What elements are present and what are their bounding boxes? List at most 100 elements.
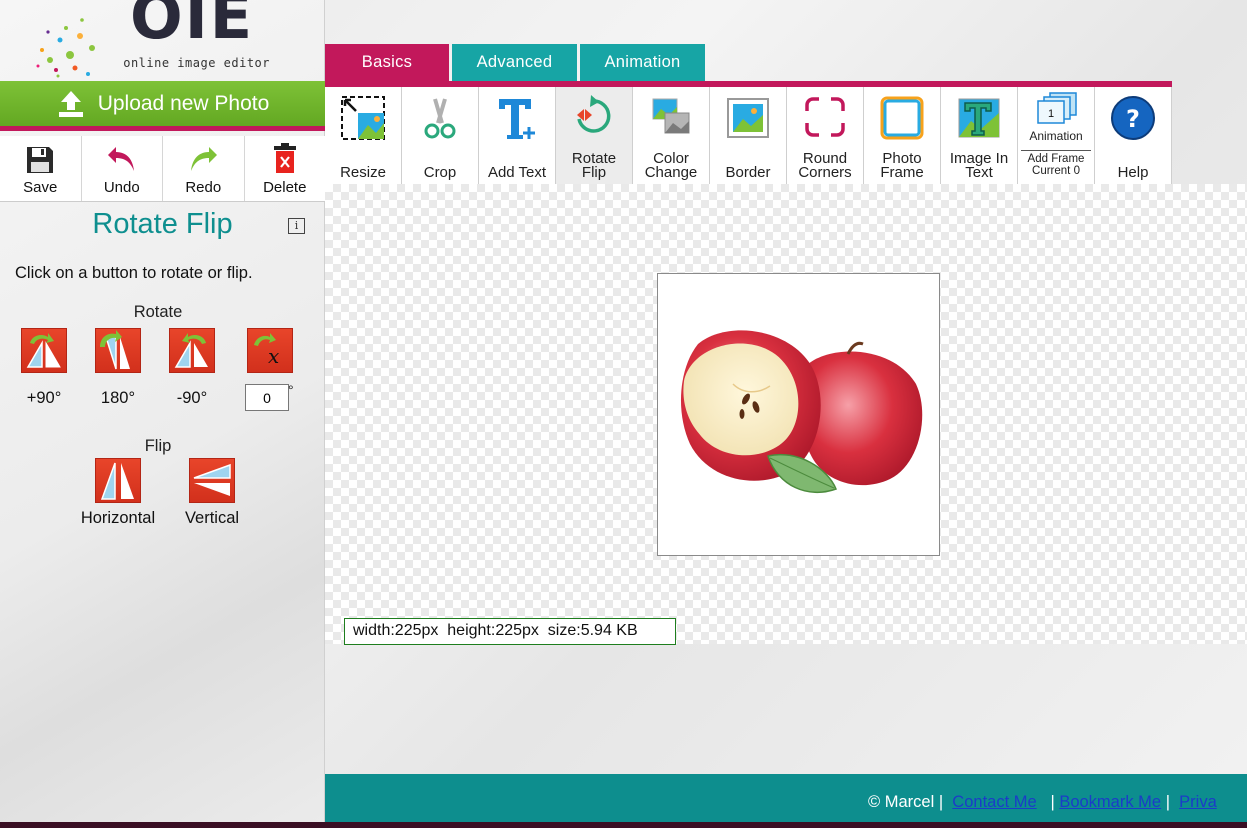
rotate-180-icon xyxy=(100,330,130,370)
upload-new-photo-button[interactable]: Upload new Photo xyxy=(0,81,325,131)
custom-angle-input[interactable] xyxy=(245,384,289,411)
delete-button[interactable]: Delete xyxy=(245,136,326,201)
tool-photo-frame[interactable]: Photo Frame xyxy=(864,87,941,184)
tool-help-label: Help xyxy=(1117,164,1149,181)
footer-links: © Marcel | Contact Me | Bookmark Me | Pr… xyxy=(868,793,1217,812)
tool-add-text[interactable]: Add Text xyxy=(479,87,556,184)
undo-arrow-icon xyxy=(107,147,134,171)
tool-resize-label: Resize xyxy=(340,164,386,181)
rotate-180-label: 180° xyxy=(100,389,136,407)
resize-icon xyxy=(341,96,385,140)
current-frame-label: Current 0 xyxy=(1032,165,1080,177)
tool-animation[interactable]: 1 Animation Add Frame Current 0 xyxy=(1018,87,1095,184)
redo-arrow-icon xyxy=(191,147,218,171)
tool-photo-frame-label-line2: Frame xyxy=(880,164,924,181)
image-preview[interactable] xyxy=(657,273,940,556)
info-icon[interactable]: i xyxy=(288,218,305,234)
tool-toolbar: Resize Crop Add Text Rotate Flip Color C… xyxy=(325,81,1172,184)
degree-symbol: ° xyxy=(288,382,294,398)
logo-tagline: online image editor xyxy=(123,56,270,70)
sidebar: OIE online image editor Upload new Photo… xyxy=(0,0,325,822)
logo-wordmark: OIE xyxy=(130,0,255,53)
rotate-flip-icon xyxy=(577,95,611,133)
tool-border[interactable]: Border xyxy=(710,87,787,184)
add-frame-label[interactable]: Add Frame xyxy=(1028,153,1085,165)
footer-separator: | xyxy=(1165,793,1170,811)
bookmark-me-link[interactable]: Bookmark Me xyxy=(1059,793,1161,811)
tool-border-label: Border xyxy=(725,164,771,181)
upload-icon xyxy=(58,90,83,117)
rotate-heading: Rotate xyxy=(133,303,183,321)
animation-frames-icon: 1 xyxy=(1037,92,1077,124)
rotate-plus-90-icon xyxy=(26,333,61,368)
rotate-custom-button[interactable]: x xyxy=(247,328,293,373)
tool-round-corners-label: Round Corners xyxy=(787,151,863,181)
tool-color-change-label: Color Change xyxy=(633,151,709,181)
round-corners-icon xyxy=(805,97,845,137)
upload-label: Upload new Photo xyxy=(97,91,270,115)
rotate-plus-90-button[interactable] xyxy=(21,328,67,373)
tool-help[interactable]: ? Help xyxy=(1095,87,1172,184)
trash-icon xyxy=(273,143,296,173)
tool-crop-label: Crop xyxy=(423,164,457,181)
add-text-icon xyxy=(499,99,535,139)
rotate-plus-90-label: +90° xyxy=(26,389,62,407)
animation-subtext: Add Frame Current 0 xyxy=(1018,153,1094,177)
copyright-text: © Marcel | xyxy=(868,793,944,811)
save-button[interactable]: Save xyxy=(0,136,82,201)
action-bar: Save Undo Redo Delete xyxy=(0,136,325,202)
flip-vertical-button[interactable] xyxy=(189,458,235,503)
footer-separator: | xyxy=(1050,793,1055,811)
tab-advanced[interactable]: Advanced xyxy=(452,44,577,81)
rotate-minus-90-button[interactable] xyxy=(169,328,215,373)
tab-basics[interactable]: Basics xyxy=(325,44,449,81)
flip-horizontal-icon xyxy=(100,462,134,500)
photo-frame-icon xyxy=(880,96,924,140)
animation-separator xyxy=(1021,150,1091,151)
category-tabs: Basics Advanced Animation xyxy=(325,44,708,81)
tool-image-in-text[interactable]: Image In Text xyxy=(941,87,1018,184)
rotate-minus-90-icon xyxy=(174,333,208,368)
tool-color-change[interactable]: Color Change xyxy=(633,87,710,184)
flip-heading: Flip xyxy=(144,437,172,455)
floppy-disk-icon xyxy=(27,147,54,173)
editor-canvas[interactable]: width:225px height:225px size:5.94 KB xyxy=(325,184,1247,645)
tab-animation[interactable]: Animation xyxy=(580,44,705,81)
svg-text:x: x xyxy=(268,344,279,368)
redo-button[interactable]: Redo xyxy=(163,136,245,201)
panel-title: Rotate Flip xyxy=(92,208,233,240)
contact-me-link[interactable]: Contact Me xyxy=(952,793,1036,811)
undo-button[interactable]: Undo xyxy=(82,136,163,201)
flip-vertical-icon xyxy=(193,463,231,496)
animation-frame-number: 1 xyxy=(1048,108,1054,120)
bottom-strip xyxy=(0,822,1247,828)
tool-crop[interactable]: Crop xyxy=(402,87,479,184)
scissors-icon xyxy=(424,98,456,139)
tool-photo-frame-label: Photo Frame xyxy=(864,151,940,181)
delete-label: Delete xyxy=(263,179,307,196)
flip-horizontal-button[interactable] xyxy=(95,458,141,503)
footer: © Marcel | Contact Me | Bookmark Me | Pr… xyxy=(325,774,1247,822)
tool-rotate-flip[interactable]: Rotate Flip xyxy=(556,87,633,184)
tool-rotate-flip-label: Rotate Flip xyxy=(556,151,632,181)
app-logo[interactable]: OIE online image editor xyxy=(30,0,270,80)
rotate-custom-icon: x xyxy=(254,333,279,368)
rotate-180-button[interactable] xyxy=(95,328,141,373)
tool-color-change-label-line2: Change xyxy=(644,164,698,181)
save-label: Save xyxy=(23,179,58,196)
image-size-info: width:225px height:225px size:5.94 KB xyxy=(344,618,676,645)
redo-label: Redo xyxy=(185,179,222,196)
color-change-icon xyxy=(652,98,690,134)
tool-image-in-text-label-line2: Text xyxy=(965,164,993,181)
instructions-text: Click on a button to rotate or flip. xyxy=(15,264,253,282)
tool-rotate-flip-label-line2: Flip xyxy=(581,164,607,181)
apple-photo xyxy=(680,330,923,494)
privacy-link[interactable]: Priva xyxy=(1179,793,1217,811)
flip-horizontal-label: Horizontal xyxy=(80,509,156,527)
tool-add-text-label: Add Text xyxy=(487,164,547,181)
tool-resize[interactable]: Resize xyxy=(325,87,402,184)
rotate-minus-90-label: -90° xyxy=(176,389,208,407)
tool-round-corners[interactable]: Round Corners xyxy=(787,87,864,184)
undo-label: Undo xyxy=(103,179,140,196)
tool-round-corners-label-line2: Corners xyxy=(798,164,852,181)
